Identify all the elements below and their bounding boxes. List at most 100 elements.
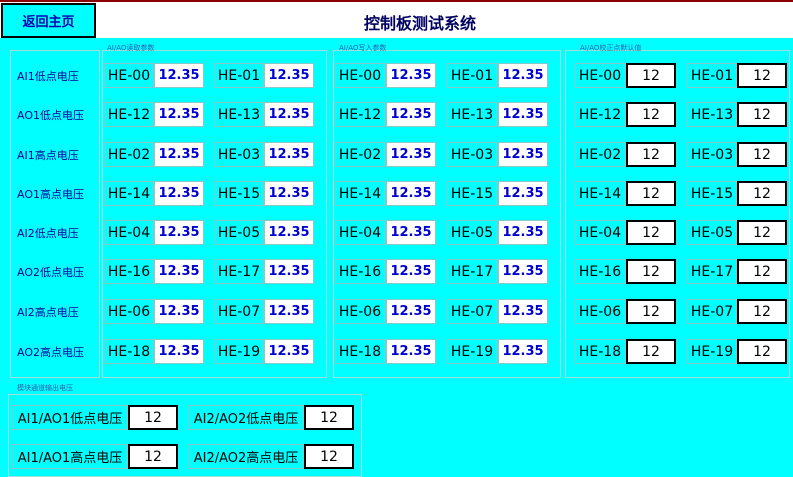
write-param-value[interactable]: 12.35 <box>498 339 548 364</box>
write-param-value[interactable]: 12.35 <box>386 339 436 364</box>
write-param-code: HE-06 <box>335 299 385 324</box>
write-param-value[interactable]: 12.35 <box>386 142 436 167</box>
write-param-value[interactable]: 12.35 <box>498 63 548 88</box>
read-params-panel <box>102 50 327 378</box>
write-param-value[interactable]: 12.35 <box>386 102 436 127</box>
write-param-code: HE-04 <box>335 220 385 245</box>
output-voltage-field[interactable]: 12 <box>304 444 354 469</box>
calib-value-field[interactable]: 12 <box>626 63 676 88</box>
read-param-code: HE-01 <box>214 63 264 88</box>
write-param-code: HE-14 <box>335 181 385 206</box>
output-voltage-field[interactable]: 12 <box>128 405 178 430</box>
write-param-value[interactable]: 12.35 <box>386 299 436 324</box>
read-param-value: 12.35 <box>264 142 314 167</box>
calib-param-code: HE-01 <box>687 63 737 88</box>
calib-param-code: HE-16 <box>575 259 625 284</box>
write-params-panel <box>333 50 561 378</box>
output-voltage-label: AI1/AO1低点电压 <box>12 405 128 430</box>
write-param-code: HE-19 <box>447 339 497 364</box>
read-param-value: 12.35 <box>264 339 314 364</box>
calib-param-code: HE-00 <box>575 63 625 88</box>
read-param-code: HE-07 <box>214 299 264 324</box>
read-param-code: HE-16 <box>104 259 154 284</box>
output-voltage-label: AI2/AO2高点电压 <box>188 444 304 469</box>
output-voltage-label: AI2/AO2低点电压 <box>188 405 304 430</box>
row-label: AO2高点电压 <box>17 346 84 359</box>
write-param-value[interactable]: 12.35 <box>498 220 548 245</box>
calib-param-code: HE-14 <box>575 181 625 206</box>
write-param-code: HE-12 <box>335 102 385 127</box>
read-param-code: HE-13 <box>214 102 264 127</box>
calib-param-code: HE-06 <box>575 299 625 324</box>
calib-value-field[interactable]: 12 <box>737 299 787 324</box>
read-param-code: HE-18 <box>104 339 154 364</box>
calib-value-field[interactable]: 12 <box>626 220 676 245</box>
read-param-code: HE-19 <box>214 339 264 364</box>
write-param-value[interactable]: 12.35 <box>386 181 436 206</box>
calib-param-code: HE-18 <box>575 339 625 364</box>
read-param-value: 12.35 <box>154 63 204 88</box>
write-param-value[interactable]: 12.35 <box>386 259 436 284</box>
calib-value-field[interactable]: 12 <box>626 142 676 167</box>
calib-value-field[interactable]: 12 <box>737 339 787 364</box>
calib-param-code: HE-19 <box>687 339 737 364</box>
read-param-value: 12.35 <box>154 102 204 127</box>
read-param-value: 12.35 <box>154 339 204 364</box>
read-param-code: HE-05 <box>214 220 264 245</box>
calib-value-field[interactable]: 12 <box>626 181 676 206</box>
calib-value-field[interactable]: 12 <box>737 63 787 88</box>
calib-value-field[interactable]: 12 <box>737 142 787 167</box>
calib-value-field[interactable]: 12 <box>737 181 787 206</box>
read-param-code: HE-00 <box>104 63 154 88</box>
read-param-value: 12.35 <box>154 142 204 167</box>
read-param-value: 12.35 <box>154 220 204 245</box>
calib-value-field[interactable]: 12 <box>737 259 787 284</box>
calib-param-code: HE-04 <box>575 220 625 245</box>
write-param-value[interactable]: 12.35 <box>498 299 548 324</box>
write-param-code: HE-13 <box>447 102 497 127</box>
calib-param-code: HE-13 <box>687 102 737 127</box>
write-param-value[interactable]: 12.35 <box>386 220 436 245</box>
write-param-code: HE-03 <box>447 142 497 167</box>
read-param-value: 12.35 <box>264 181 314 206</box>
calib-value-field[interactable]: 12 <box>737 102 787 127</box>
row-label: AI1高点电压 <box>17 149 79 162</box>
read-param-code: HE-14 <box>104 181 154 206</box>
write-param-value[interactable]: 12.35 <box>498 259 548 284</box>
row-labels-panel <box>10 50 100 378</box>
output-voltage-label: AI1/AO1高点电压 <box>12 444 128 469</box>
read-param-code: HE-15 <box>214 181 264 206</box>
calib-value-field[interactable]: 12 <box>737 220 787 245</box>
calib-param-code: HE-17 <box>687 259 737 284</box>
write-param-value[interactable]: 12.35 <box>498 181 548 206</box>
write-param-value[interactable]: 12.35 <box>498 102 548 127</box>
calib-default-title: AI/AO校正点默认值 <box>580 44 642 52</box>
page-title: 控制板测试系统 <box>363 14 476 33</box>
header-bar: 返回主页 控制板测试系统 <box>0 0 793 38</box>
read-param-value: 12.35 <box>154 181 204 206</box>
write-param-code: HE-16 <box>335 259 385 284</box>
write-param-code: HE-17 <box>447 259 497 284</box>
read-param-code: HE-04 <box>104 220 154 245</box>
write-params-title: AI/AO写入参数 <box>339 44 387 52</box>
write-param-code: HE-07 <box>447 299 497 324</box>
row-label: AO1低点电压 <box>17 109 84 122</box>
write-param-value[interactable]: 12.35 <box>498 142 548 167</box>
calib-value-field[interactable]: 12 <box>626 299 676 324</box>
output-voltage-field[interactable]: 12 <box>128 444 178 469</box>
write-param-code: HE-15 <box>447 181 497 206</box>
calib-value-field[interactable]: 12 <box>626 339 676 364</box>
output-voltage-field[interactable]: 12 <box>304 405 354 430</box>
write-param-code: HE-00 <box>335 63 385 88</box>
read-param-value: 12.35 <box>264 259 314 284</box>
calib-value-field[interactable]: 12 <box>626 102 676 127</box>
calib-default-panel <box>565 50 790 378</box>
read-param-code: HE-02 <box>104 142 154 167</box>
home-button[interactable]: 返回主页 <box>1 3 96 38</box>
calib-param-code: HE-05 <box>687 220 737 245</box>
calib-value-field[interactable]: 12 <box>626 259 676 284</box>
write-param-code: HE-05 <box>447 220 497 245</box>
read-param-value: 12.35 <box>154 259 204 284</box>
write-param-value[interactable]: 12.35 <box>386 63 436 88</box>
calib-param-code: HE-12 <box>575 102 625 127</box>
